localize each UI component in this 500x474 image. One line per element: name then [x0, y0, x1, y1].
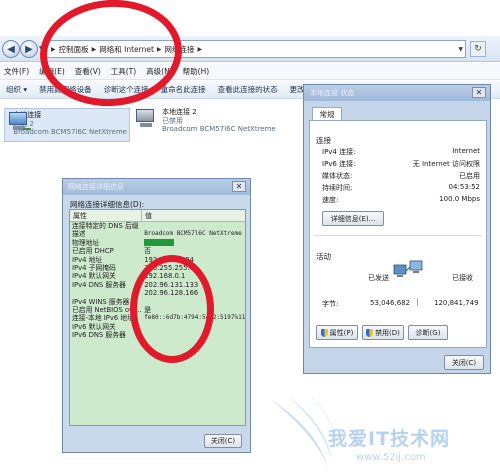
refresh-button[interactable]: ↻	[470, 41, 486, 57]
menu-file[interactable]: 文件(F)	[4, 66, 29, 77]
connection-name: 本地连接	[13, 111, 42, 119]
rename-connection-button[interactable]: 重命名此连接	[161, 84, 206, 95]
connection-network: 网络 2	[13, 119, 34, 128]
network-adapter-icon	[7, 111, 31, 133]
organize-button[interactable]: 组织 ▾	[6, 84, 27, 95]
sent-label: 已发送	[368, 274, 389, 282]
list-item[interactable]: 描述Broadcom BCM57l6C NetXtreme II Gi	[70, 230, 245, 238]
connection-adapter: Broadcom BCM57l6C NetXtreme	[162, 125, 276, 133]
disable-button[interactable]: 禁用(D)	[362, 325, 404, 340]
list-item[interactable]: 物理地址	[70, 239, 245, 247]
properties-button[interactable]: 属性(P)	[316, 325, 358, 340]
tab-general[interactable]: 常规	[312, 107, 342, 121]
refresh-icon: ↻	[474, 44, 482, 54]
divider-bar: |	[416, 297, 419, 306]
back-arrow-icon: ◀	[7, 43, 15, 55]
annotation-circle-ip-values	[130, 255, 214, 363]
status-row: IPv4 连接: Internet	[322, 147, 480, 156]
network-adapter-icon	[134, 108, 158, 130]
status-row: 速度: 100.0 Mbps	[322, 195, 480, 204]
list-item[interactable]: 已启用 DHCP 否	[70, 247, 245, 255]
connection-section-label: 连接	[316, 136, 331, 145]
close-icon[interactable]: ✕	[472, 87, 486, 98]
connection-item-local[interactable]: 本地连接 网络 2 Broadcom BCM57l6C NetXtreme	[4, 108, 130, 142]
dialog-title: 网络连接详细信息	[63, 179, 250, 195]
forward-arrow-icon: ▶	[25, 43, 33, 55]
status-row: 持续时间: 04:53:52	[322, 183, 480, 192]
watermark-url: www.52ij.com	[356, 452, 426, 463]
shield-icon	[366, 328, 374, 337]
chevron-right-icon: ▶	[197, 45, 203, 53]
bytes-label: 字节:	[322, 300, 339, 308]
menu-help[interactable]: 帮助(H)	[183, 66, 210, 77]
column-header-property[interactable]: 属性	[70, 210, 142, 221]
back-button[interactable]: ◀	[2, 40, 20, 58]
bytes-sent: 53,046,682	[370, 299, 411, 307]
list-item[interactable]: 连接特定的 DNS 后缀	[70, 222, 245, 230]
status-close-button[interactable]: 关闭(C)	[444, 355, 484, 370]
diagnose-button[interactable]: 诊断(G)	[408, 325, 448, 340]
connection-status-dialog: 本地连接 状态 ✕ 常规 连接 IPv4 连接: Internet IPv6 连接…	[303, 84, 491, 374]
details-button[interactable]: 详细信息(E)...	[322, 211, 384, 226]
address-dropdown-icon[interactable]: ▼	[458, 46, 463, 53]
network-activity-icon	[393, 260, 423, 277]
activity-section-label: 活动	[316, 252, 331, 261]
connection-item-local-2[interactable]: 本地连接 2 已禁用 Broadcom BCM57l6C NetXtreme	[134, 108, 276, 134]
status-panel: 连接 IPv4 连接: Internet IPv6 连接: 无 Internet 访…	[309, 120, 487, 348]
shield-icon	[320, 328, 328, 337]
view-status-button[interactable]: 查看此连接的状态	[218, 84, 278, 95]
watermark-text: 我爱IT技术网	[328, 428, 451, 450]
forward-button[interactable]: ▶	[20, 40, 38, 58]
bytes-received: 120,841,749	[434, 299, 479, 307]
redacted-mac-bar	[144, 239, 175, 247]
dialog-title: 本地连接 状态	[304, 85, 490, 101]
details-close-button[interactable]: 关闭(C)	[204, 434, 242, 448]
divider	[314, 235, 482, 236]
connection-network: 已禁用	[162, 116, 183, 125]
status-row: 媒体状态: 已启用	[322, 172, 480, 180]
connection-name: 本地连接 2	[162, 108, 197, 116]
close-icon[interactable]: ✕	[232, 181, 246, 192]
list-header: 属性 值	[70, 210, 245, 222]
status-row: IPv6 连接: 无 Internet 访问权限	[322, 160, 480, 168]
received-label: 已接收	[452, 274, 473, 282]
column-header-value[interactable]: 值	[142, 210, 152, 221]
